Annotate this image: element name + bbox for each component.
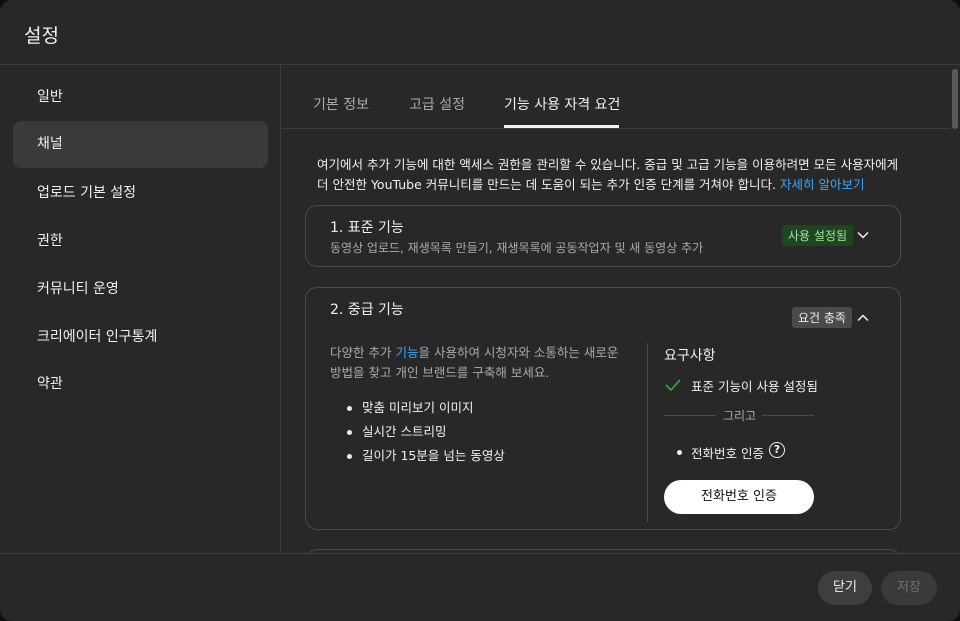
tab-advanced-settings[interactable]: 고급 설정: [409, 94, 465, 114]
separator-line: [664, 415, 716, 416]
chevron-up-icon[interactable]: [856, 311, 870, 325]
sidebar-item-channel[interactable]: 채널: [13, 121, 268, 168]
desc-text-before: 다양한 추가: [330, 345, 396, 360]
tab-feature-eligibility[interactable]: 기능 사용 자격 요건: [504, 94, 620, 114]
save-button[interactable]: 저장: [881, 571, 937, 605]
vertical-divider: [647, 343, 648, 522]
dialog-header: 설정: [0, 0, 960, 65]
sidebar-item-upload-defaults[interactable]: 업로드 기본 설정: [13, 170, 268, 217]
tab-bar: 기본 정보 고급 설정 기능 사용 자격 요건: [282, 65, 950, 129]
dialog-title: 설정: [24, 25, 59, 47]
bullet: [677, 450, 682, 455]
check-icon: [665, 379, 681, 392]
list-item: 길이가 15분을 넘는 동영상: [347, 444, 505, 468]
list-item: 맞춤 미리보기 이미지: [347, 396, 505, 420]
sidebar-item-demographics[interactable]: 크리에이터 인구통계: [13, 314, 268, 361]
status-badge-enabled: 사용 설정됨: [782, 225, 854, 246]
card-subtitle: 동영상 업로드, 재생목록 만들기, 재생목록에 공동작업자 및 새 동영상 추…: [330, 241, 704, 255]
settings-sidebar: 일반 채널 업로드 기본 설정 권한 커뮤니티 운영 크리에이터 인구통계 약관: [0, 65, 281, 553]
requirements-title: 요구사항: [664, 348, 716, 364]
intro-text: 여기에서 추가 기능에 대한 액세스 권한을 관리할 수 있습니다. 중급 및 …: [317, 155, 907, 195]
card-description: 다양한 추가 기능을 사용하여 시청자와 소통하는 새로운 방법을 찾고 개인 …: [330, 343, 630, 383]
settings-content: 기본 정보 고급 설정 기능 사용 자격 요건 여기에서 추가 기능에 대한 액…: [282, 65, 950, 553]
standard-features-card[interactable]: 1. 표준 기능 동영상 업로드, 재생목록 만들기, 재생목록에 공동작업자 …: [305, 205, 901, 267]
close-button[interactable]: 닫기: [818, 571, 872, 605]
help-icon[interactable]: ?: [769, 442, 785, 458]
scrollbar[interactable]: [950, 65, 960, 553]
features-link[interactable]: 기능: [395, 345, 418, 360]
active-tab-indicator: [504, 125, 619, 128]
sidebar-item-community[interactable]: 커뮤니티 운영: [13, 266, 268, 313]
requirement-met: 표준 기능이 사용 설정됨: [691, 379, 818, 394]
separator-line: [762, 415, 814, 416]
separator-text: 그리고: [723, 409, 757, 423]
chevron-down-icon[interactable]: [856, 228, 870, 242]
sidebar-item-permissions[interactable]: 권한: [13, 218, 268, 265]
card-title: 2. 중급 기능: [330, 302, 404, 318]
requirement-phone: 전화번호 인증: [691, 446, 764, 461]
sidebar-item-terms[interactable]: 약관: [13, 361, 268, 408]
dialog-footer: 닫기 저장: [0, 553, 960, 621]
feature-list: 맞춤 미리보기 이미지 실시간 스트리밍 길이가 15분을 넘는 동영상: [347, 396, 505, 468]
verify-phone-button[interactable]: 전화번호 인증: [664, 480, 814, 514]
scrollbar-thumb[interactable]: [952, 69, 958, 129]
sidebar-item-general[interactable]: 일반: [13, 74, 268, 121]
intermediate-features-card: 2. 중급 기능 요건 충족 다양한 추가 기능을 사용하여 시청자와 소통하는…: [305, 287, 901, 530]
learn-more-link[interactable]: 자세히 알아보기: [780, 177, 864, 192]
tab-basic-info[interactable]: 기본 정보: [313, 94, 369, 114]
card-title: 1. 표준 기능: [330, 220, 404, 236]
status-badge-met: 요건 충족: [792, 307, 852, 328]
settings-dialog: 설정 일반 채널 업로드 기본 설정 권한 커뮤니티 운영 크리에이터 인구통계…: [0, 0, 960, 621]
list-item: 실시간 스트리밍: [347, 420, 505, 444]
